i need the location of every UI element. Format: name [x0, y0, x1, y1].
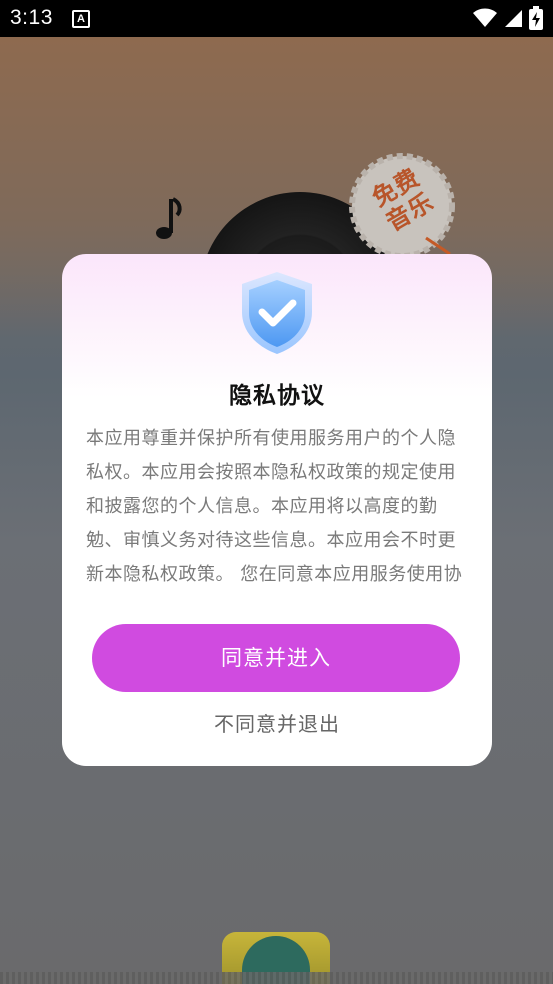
- signal-icon: [505, 10, 522, 27]
- notification-a-icon: A: [72, 10, 90, 28]
- status-icons: [473, 6, 543, 30]
- bottom-bar: [0, 972, 553, 984]
- wifi-icon: [473, 8, 497, 27]
- dialog-title: 隐私协议: [229, 383, 325, 409]
- agree-and-enter-button[interactable]: 同意并进入: [92, 624, 460, 692]
- privacy-dialog: 隐私协议 本应用尊重并保护所有使用服务用户的个人隐私权。本应用会按照本隐私权政策…: [62, 254, 492, 766]
- privacy-policy-text[interactable]: 本应用尊重并保护所有使用服务用户的个人隐私权。本应用会按照本隐私权政策的规定使用…: [86, 422, 466, 592]
- battery-charging-icon: [529, 6, 543, 30]
- shield-check-icon: [242, 272, 312, 354]
- app-screen: 免费音乐 3:13 A 隐私协议 本应用尊重并保护所有使用服务用户的个人隐私权。…: [0, 0, 553, 984]
- status-bar: 3:13 A: [0, 0, 553, 37]
- status-time: 3:13: [10, 6, 53, 29]
- music-note-icon: [156, 197, 182, 239]
- disagree-and-exit-button[interactable]: 不同意并退出: [62, 708, 492, 737]
